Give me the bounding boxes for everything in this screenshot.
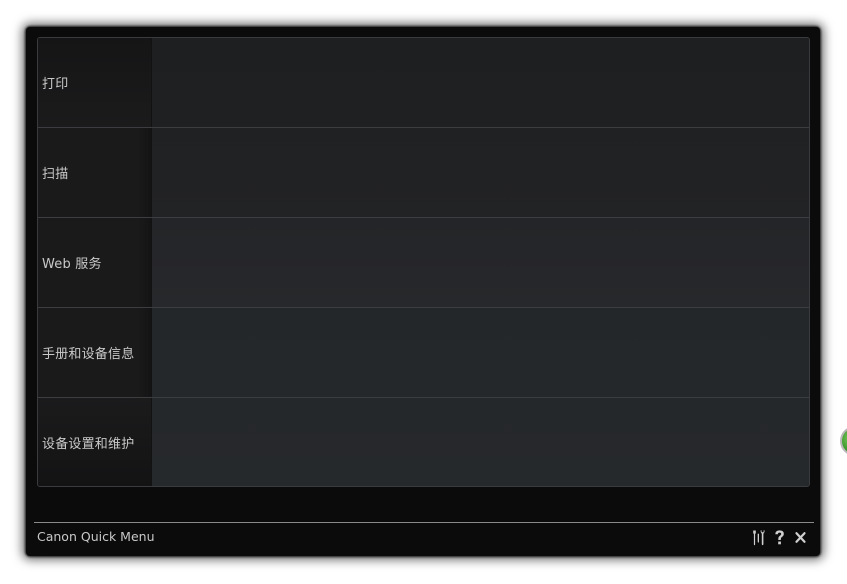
quick-menu-window: 打印 扫描 Web 服务 手册和设备信息 设备设置和维护 Canon Quick… bbox=[26, 27, 820, 556]
close-icon[interactable] bbox=[793, 528, 808, 546]
app-title: Canon Quick Menu bbox=[37, 529, 155, 544]
menu-item-print[interactable]: 打印 bbox=[38, 38, 809, 128]
menu-item-label: 设备设置和维护 bbox=[42, 436, 135, 452]
menu-panel: 打印 扫描 Web 服务 手册和设备信息 设备设置和维护 bbox=[37, 37, 810, 487]
menu-item-scan[interactable]: 扫描 bbox=[38, 128, 809, 218]
desktop: 打印 扫描 Web 服务 手册和设备信息 设备设置和维护 Canon Quick… bbox=[0, 0, 847, 584]
footer-toolbar bbox=[751, 527, 808, 547]
menu-item-content-area[interactable] bbox=[152, 38, 809, 127]
menu-item-content-area[interactable] bbox=[152, 218, 809, 307]
menu-item-content-area[interactable] bbox=[152, 398, 809, 486]
menu-item-label-cell: 手册和设备信息 bbox=[38, 308, 152, 397]
green-orb-icon[interactable] bbox=[840, 426, 847, 456]
preferences-icon[interactable] bbox=[751, 528, 766, 546]
menu-item-label: 手册和设备信息 bbox=[42, 347, 135, 362]
menu-item-label: 打印 bbox=[42, 77, 69, 92]
menu-item-label: Web 服务 bbox=[42, 257, 102, 272]
menu-item-manuals-device-info[interactable]: 手册和设备信息 bbox=[38, 308, 809, 398]
menu-item-label-cell: 设备设置和维护 bbox=[38, 398, 152, 486]
menu-item-web-service[interactable]: Web 服务 bbox=[38, 218, 809, 308]
menu-item-label-cell: Web 服务 bbox=[38, 218, 152, 307]
menu-item-label-cell: 打印 bbox=[38, 38, 152, 127]
help-icon[interactable] bbox=[772, 528, 787, 546]
footer-divider bbox=[34, 522, 814, 523]
menu-item-device-settings-maintenance[interactable]: 设备设置和维护 bbox=[38, 398, 809, 486]
menu-item-content-area[interactable] bbox=[152, 128, 809, 217]
menu-item-content-area[interactable] bbox=[152, 308, 809, 397]
menu-item-label: 扫描 bbox=[42, 167, 69, 182]
menu-item-label-cell: 扫描 bbox=[38, 128, 152, 217]
